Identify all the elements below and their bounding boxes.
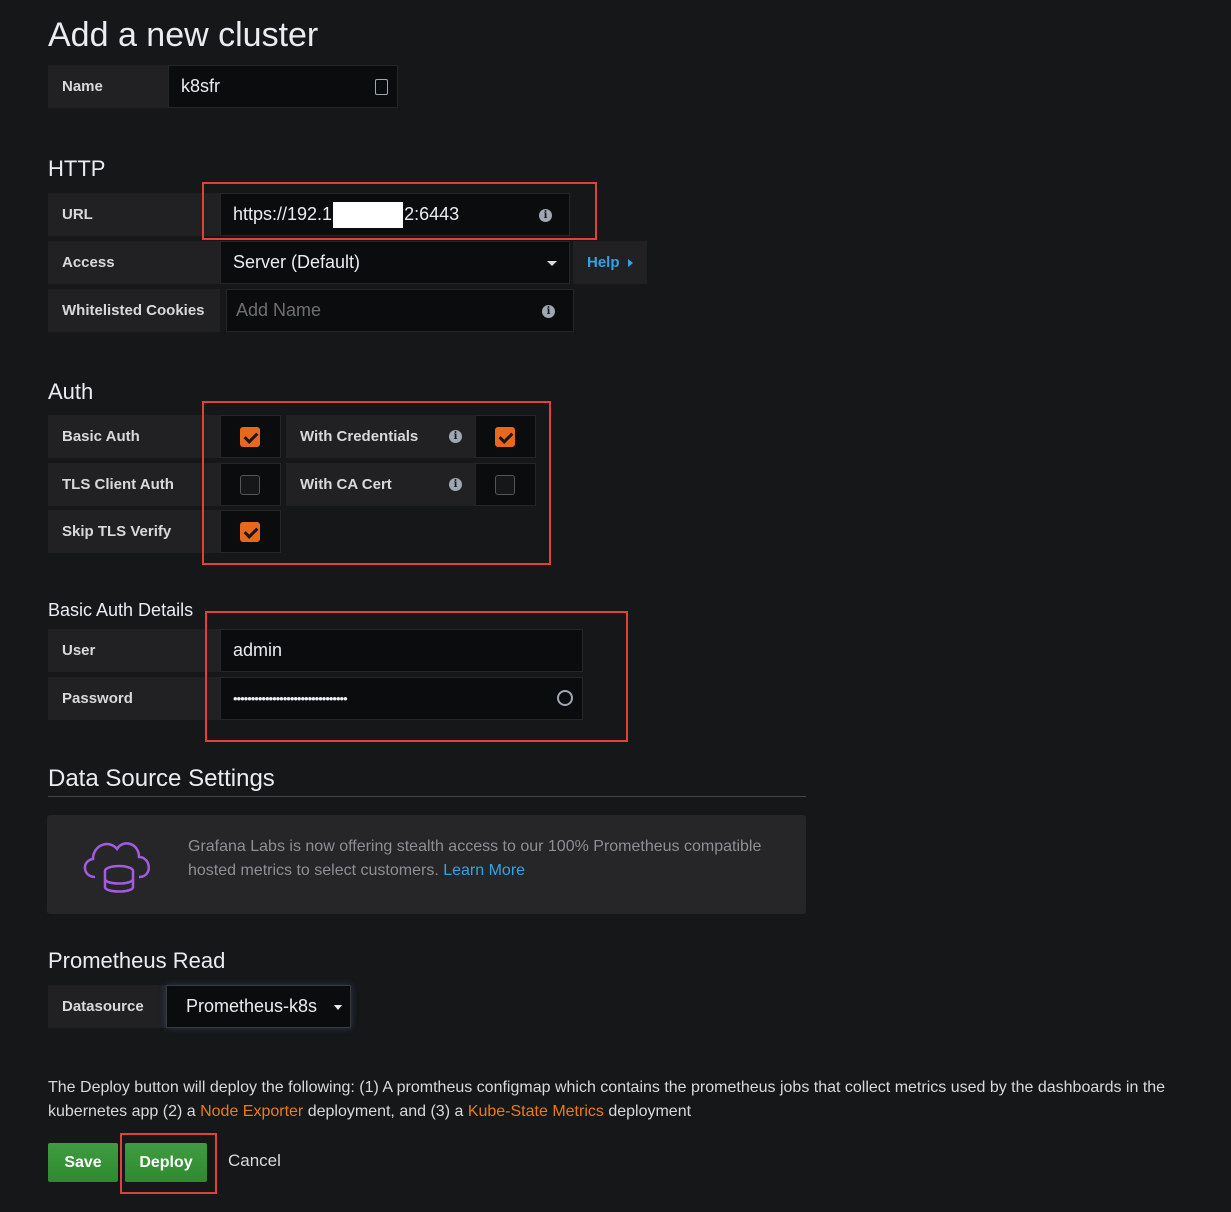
tls-client-auth-label: TLS Client Auth (48, 463, 220, 506)
autofill-icon (375, 79, 388, 95)
caret-right-icon (627, 258, 633, 267)
learn-more-link[interactable]: Learn More (443, 862, 525, 879)
cancel-button[interactable]: Cancel (228, 1151, 281, 1171)
access-value: Server (Default) (233, 252, 361, 272)
datasource-select[interactable]: Prometheus-k8s (166, 985, 351, 1028)
divider (48, 796, 806, 797)
datasource-settings-heading: Data Source Settings (48, 765, 275, 792)
promo-panel: Grafana Labs is now offering stealth acc… (47, 815, 806, 914)
promo-line-1: Grafana Labs is now offering stealth acc… (188, 838, 762, 855)
basic-auth-details-heading: Basic Auth Details (48, 600, 194, 620)
name-input[interactable]: k8sfr (168, 65, 398, 108)
name-label: Name (48, 65, 168, 108)
caret-down-icon (334, 1005, 342, 1010)
cookies-placeholder: Add Name (236, 300, 322, 320)
prometheus-read-heading: Prometheus Read (48, 948, 226, 973)
skip-tls-verify-label: Skip TLS Verify (48, 510, 220, 553)
node-exporter-link[interactable]: Node Exporter (200, 1103, 303, 1120)
cookies-label: Whitelisted Cookies (48, 289, 220, 332)
cookies-input[interactable]: Add Name i (226, 289, 574, 332)
user-label: User (48, 629, 220, 672)
cloud-database-icon (83, 842, 150, 893)
highlight-url (202, 182, 597, 240)
url-label: URL (48, 193, 220, 236)
deploy-note-text: deployment, and (3) a (303, 1103, 468, 1120)
highlight-basic-auth-details (205, 611, 628, 742)
name-value: k8sfr (181, 76, 221, 96)
save-button[interactable]: Save (48, 1143, 118, 1182)
info-icon: i (542, 305, 555, 318)
highlight-deploy (120, 1133, 217, 1194)
datasource-value: Prometheus-k8s (186, 996, 318, 1016)
datasource-label: Datasource (48, 985, 166, 1028)
help-label: Help (587, 254, 620, 271)
page-title: Add a new cluster (48, 16, 319, 54)
deploy-note-text: deployment (603, 1103, 692, 1120)
deploy-note-line-1: The Deploy button will deploy the follow… (48, 1079, 1166, 1096)
help-button[interactable]: Help (573, 241, 647, 284)
deploy-note-text: kubernetes app (2) a (48, 1103, 201, 1120)
highlight-auth (202, 401, 551, 565)
kube-state-metrics-link[interactable]: Kube-State Metrics (468, 1103, 604, 1120)
access-select[interactable]: Server (Default) (220, 241, 570, 284)
promo-line-2: hosted metrics to select customers. (188, 862, 439, 879)
basic-auth-label: Basic Auth (48, 415, 220, 458)
caret-down-icon (547, 261, 557, 266)
password-label: Password (48, 677, 220, 720)
http-heading: HTTP (48, 156, 106, 181)
auth-heading: Auth (48, 379, 94, 404)
access-label: Access (48, 241, 220, 284)
deploy-note: The Deploy button will deploy the follow… (48, 1076, 1218, 1124)
